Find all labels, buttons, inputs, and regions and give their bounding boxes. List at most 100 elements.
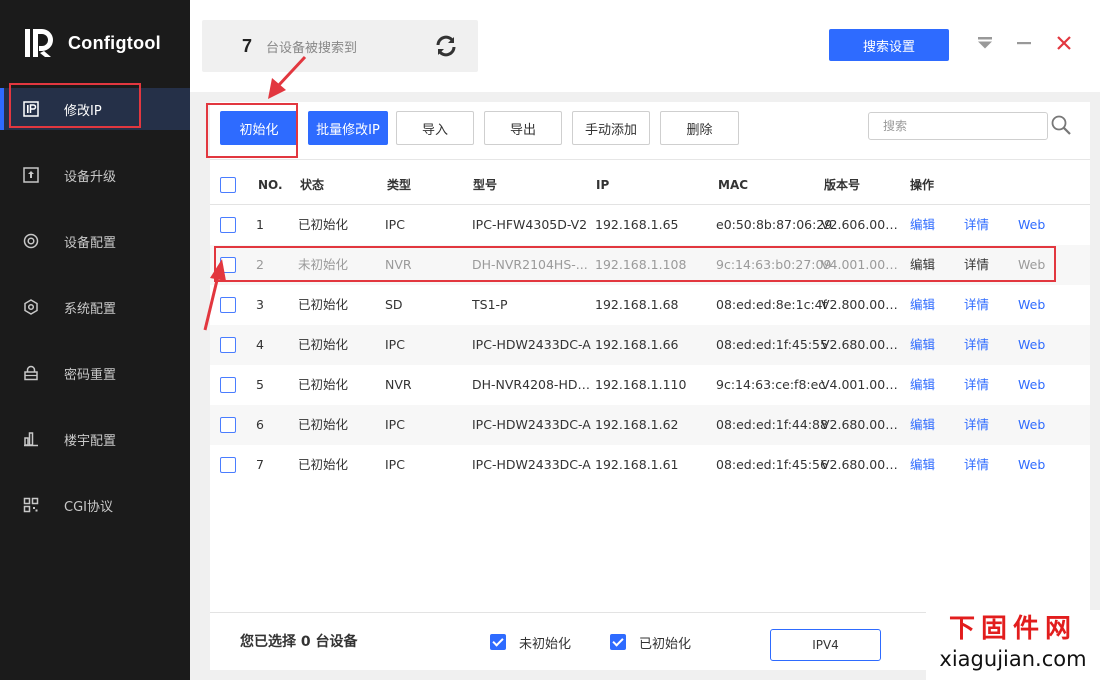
filter-uninitialized[interactable]: 未初始化 (490, 633, 571, 652)
web-link[interactable]: Web (1018, 405, 1045, 445)
device-count-box: 7 台设备被搜索到 (202, 20, 478, 72)
search-input[interactable] (869, 113, 1047, 139)
sidebar-item-modify-ip[interactable]: 修改IP (0, 88, 190, 130)
header-model: 型号 (473, 178, 498, 192)
row-mac: 9c:14:63:b0:27:09 (716, 257, 832, 272)
row-ip: 192.168.1.68 (595, 297, 679, 312)
table-row[interactable]: 5 已初始化 NVR DH-NVR4208-HDS2 192.168.1.110… (210, 365, 1090, 405)
header-mac: MAC (718, 178, 749, 192)
row-ip: 192.168.1.65 (595, 217, 679, 232)
row-checkbox[interactable] (220, 337, 236, 353)
row-mac: 08:ed:ed:8e:1c:4f (716, 297, 828, 312)
row-checkbox[interactable] (220, 257, 236, 273)
web-link[interactable]: Web (1018, 445, 1045, 485)
delete-button[interactable]: 删除 (660, 111, 739, 145)
detail-link[interactable]: 详情 (964, 285, 989, 325)
batch-modify-ip-button[interactable]: 批量修改IP (308, 111, 388, 145)
header-type: 类型 (387, 178, 412, 192)
row-model: DH-NVR4208-HDS2 (472, 377, 592, 392)
row-status: 已初始化 (298, 217, 349, 232)
row-version: V2.606.000... (821, 217, 899, 232)
table-row[interactable]: 4 已初始化 IPC IPC-HDW2433DC-A 192.168.1.66 … (210, 325, 1090, 365)
web-link[interactable]: Web (1018, 245, 1045, 285)
edit-link[interactable]: 编辑 (910, 325, 935, 365)
toolbar: 初始化 批量修改IP 导入 导出 手动添加 删除 (210, 102, 1090, 160)
sidebar-item-building-config[interactable]: 楼宇配置 (0, 418, 190, 460)
sidebar-item-label: 设备配置 (64, 235, 117, 251)
header-no: NO. (258, 178, 283, 192)
sidebar-item-device-config[interactable]: 设备配置 (0, 220, 190, 262)
row-no: 1 (256, 217, 264, 232)
table-row[interactable]: 2 未初始化 NVR DH-NVR2104HS-... 192.168.1.10… (210, 245, 1090, 285)
sidebar-item-cgi-protocol[interactable]: CGI协议 (0, 484, 190, 526)
device-table: NO. 状态 类型 型号 IP MAC 版本号 操作 1 已初始化 IPC IP… (210, 165, 1090, 485)
table-row[interactable]: 6 已初始化 IPC IPC-HDW2433DC-A 192.168.1.62 … (210, 405, 1090, 445)
web-link[interactable]: Web (1018, 365, 1045, 405)
row-status: 已初始化 (298, 337, 349, 352)
config-icon (23, 233, 39, 249)
top-bar: 7 台设备被搜索到 搜索设置 (190, 0, 1100, 92)
row-checkbox[interactable] (220, 457, 236, 473)
sidebar-item-password-reset[interactable]: 密码重置 (0, 352, 190, 394)
row-checkbox[interactable] (220, 297, 236, 313)
app-logo: Configtool (22, 26, 161, 60)
ipv4-button[interactable]: IPV4 (770, 629, 881, 661)
sidebar-item-device-upgrade[interactable]: 设备升级 (0, 154, 190, 196)
detail-link[interactable]: 详情 (964, 365, 989, 405)
header-version: 版本号 (824, 178, 861, 192)
web-link[interactable]: Web (1018, 205, 1045, 245)
sidebar-item-system-config[interactable]: 系统配置 (0, 286, 190, 328)
selected-suffix: 台设备 (315, 634, 358, 650)
watermark-cn: 下固件网 (948, 614, 1077, 644)
header-status: 状态 (300, 178, 325, 192)
detail-link[interactable]: 详情 (964, 445, 989, 485)
row-type: NVR (385, 377, 412, 392)
row-mac: e0:50:8b:87:06:29 (716, 217, 833, 232)
sidebar-item-label: 系统配置 (64, 301, 117, 317)
edit-link[interactable]: 编辑 (910, 405, 935, 445)
row-type: IPC (385, 457, 405, 472)
detail-link[interactable]: 详情 (964, 325, 989, 365)
row-checkbox[interactable] (220, 217, 236, 233)
row-checkbox[interactable] (220, 417, 236, 433)
close-icon[interactable] (1055, 34, 1073, 52)
filter-uninitialized-checkbox[interactable] (490, 634, 506, 650)
dropdown-menu-icon[interactable] (976, 34, 994, 52)
edit-link[interactable]: 编辑 (910, 205, 935, 245)
table-row[interactable]: 7 已初始化 IPC IPC-HDW2433DC-A 192.168.1.61 … (210, 445, 1090, 485)
edit-link[interactable]: 编辑 (910, 445, 935, 485)
minimize-icon[interactable] (1015, 34, 1033, 52)
table-row[interactable]: 3 已初始化 SD TS1-P 192.168.1.68 08:ed:ed:8e… (210, 285, 1090, 325)
row-ip: 192.168.1.66 (595, 337, 679, 352)
initialize-button[interactable]: 初始化 (220, 111, 298, 145)
web-link[interactable]: Web (1018, 285, 1045, 325)
select-all-checkbox[interactable] (220, 177, 236, 193)
row-status: 已初始化 (298, 377, 349, 392)
row-version: V2.680.000... (821, 457, 899, 472)
lock-icon (24, 365, 38, 381)
web-link[interactable]: Web (1018, 325, 1045, 365)
import-button[interactable]: 导入 (396, 111, 474, 145)
edit-link[interactable]: 编辑 (910, 285, 935, 325)
detail-link[interactable]: 详情 (964, 205, 989, 245)
filter-initialized-checkbox[interactable] (610, 634, 626, 650)
search-icon[interactable] (1050, 114, 1072, 136)
refresh-icon[interactable] (434, 34, 458, 58)
edit-link[interactable]: 编辑 (910, 245, 935, 285)
search-settings-button[interactable]: 搜索设置 (829, 29, 949, 61)
edit-link[interactable]: 编辑 (910, 365, 935, 405)
row-model: TS1-P (472, 297, 508, 312)
manual-add-button[interactable]: 手动添加 (572, 111, 650, 145)
table-row[interactable]: 1 已初始化 IPC IPC-HFW4305D-V2 192.168.1.65 … (210, 205, 1090, 245)
row-version: V4.001.000... (821, 257, 899, 272)
selected-count-text: 您已选择 0 台设备 (240, 613, 358, 671)
row-checkbox[interactable] (220, 377, 236, 393)
device-count-text: 台设备被搜索到 (266, 40, 358, 56)
filter-initialized[interactable]: 已初始化 (610, 633, 692, 652)
filter-initialized-label: 已初始化 (639, 636, 692, 652)
detail-link[interactable]: 详情 (964, 405, 989, 445)
detail-link[interactable]: 详情 (964, 245, 989, 285)
row-ip: 192.168.1.62 (595, 417, 679, 432)
watermark: 下固件网 xiagujian.com (926, 610, 1100, 680)
export-button[interactable]: 导出 (484, 111, 562, 145)
